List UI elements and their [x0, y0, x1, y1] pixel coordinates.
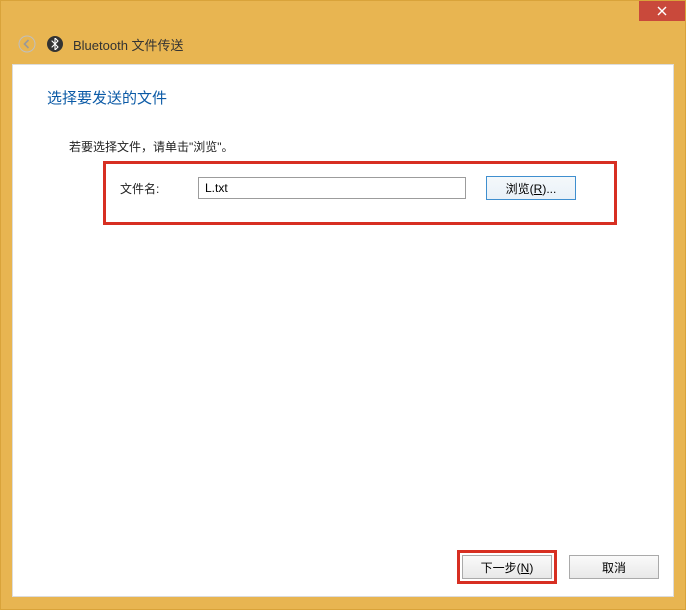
browse-button[interactable]: 浏览(R)...	[486, 176, 576, 200]
header: Bluetooth 文件传送	[1, 31, 685, 63]
browse-button-prefix: 浏览(	[506, 182, 534, 196]
next-button-highlight: 下一步(N)	[457, 550, 557, 584]
back-arrow-icon	[18, 35, 36, 53]
page-heading: 选择要发送的文件	[13, 65, 673, 108]
browse-button-suffix: )...	[542, 182, 556, 196]
bluetooth-icon	[47, 36, 63, 52]
cancel-button[interactable]: 取消	[569, 555, 659, 579]
close-icon	[657, 6, 667, 16]
next-button-prefix: 下一步(	[481, 561, 521, 575]
footer-buttons: 下一步(N) 取消	[457, 550, 659, 584]
filename-input[interactable]	[198, 177, 466, 199]
content-panel: 选择要发送的文件 若要选择文件，请单击"浏览"。 文件名: 浏览(R)... 下…	[12, 64, 674, 597]
next-button-suffix: )	[529, 561, 533, 575]
file-row-highlight: 文件名: 浏览(R)...	[103, 161, 617, 225]
back-button[interactable]	[17, 34, 37, 54]
next-button[interactable]: 下一步(N)	[462, 555, 552, 579]
window-frame: Bluetooth 文件传送 选择要发送的文件 若要选择文件，请单击"浏览"。 …	[0, 0, 686, 610]
window-title: Bluetooth 文件传送	[73, 35, 184, 54]
titlebar	[1, 1, 685, 31]
file-row: 文件名: 浏览(R)...	[120, 176, 600, 200]
close-button[interactable]	[639, 1, 685, 21]
filename-label: 文件名:	[120, 180, 178, 197]
instruction-text: 若要选择文件，请单击"浏览"。	[13, 108, 673, 155]
